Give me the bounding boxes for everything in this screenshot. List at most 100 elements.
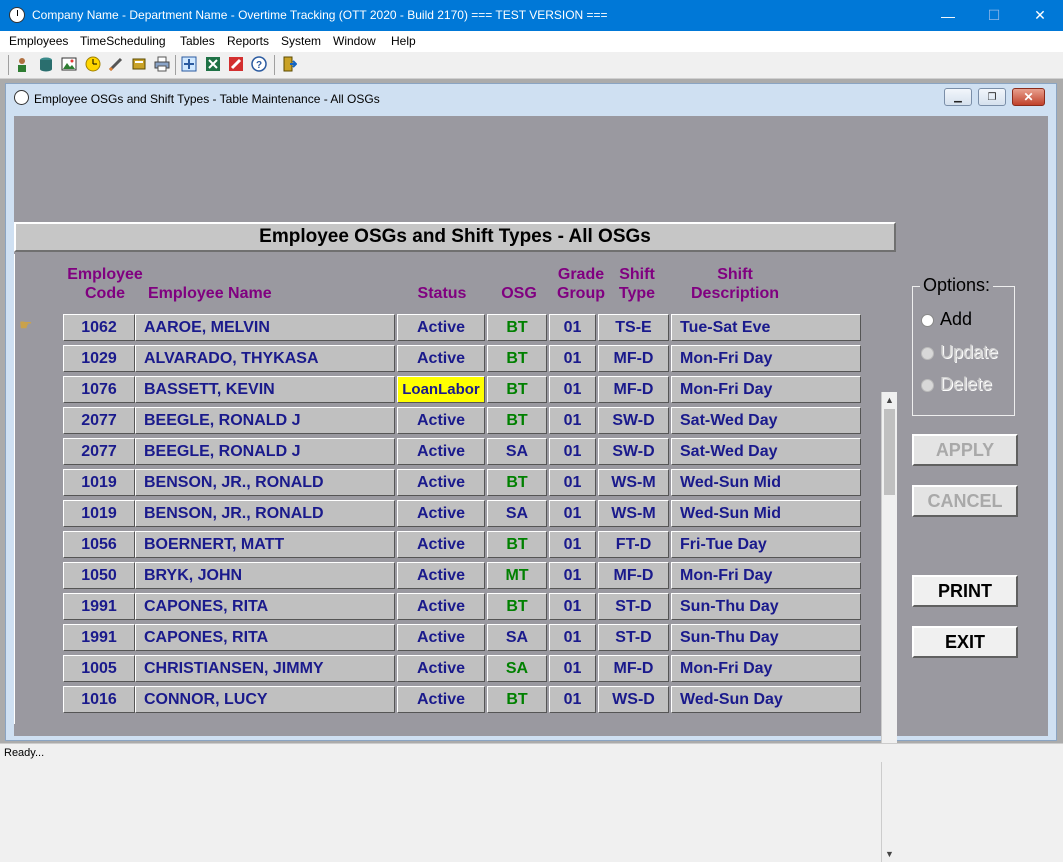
table-row[interactable]: 2077 BEEGLE, RONALD J Active BT 01 SW-D Sat-We… (15, 407, 885, 434)
cell-name[interactable]: ALVARADO, THYKASA (135, 345, 395, 372)
cell-status[interactable]: Active (397, 624, 485, 651)
menu-tables[interactable]: Tables (180, 34, 215, 48)
cell-name[interactable]: CAPONES, RITA (135, 624, 395, 651)
cell-code[interactable]: 1050 (63, 562, 135, 589)
cell-shift-desc[interactable]: Mon-Fri Day (671, 562, 861, 589)
cell-code[interactable]: 1005 (63, 655, 135, 682)
column-header-osg[interactable]: OSG (487, 284, 551, 303)
cell-status[interactable]: Active (397, 345, 485, 372)
cell-grade[interactable]: 01 (549, 376, 596, 403)
cell-status[interactable]: Active (397, 314, 485, 341)
cell-shift-type[interactable]: ST-D (598, 593, 669, 620)
cell-shift-type[interactable]: MF-D (598, 376, 669, 403)
cell-osg[interactable]: BT (487, 593, 547, 620)
table-row[interactable]: 1016 CONNOR, LUCY Active BT 01 WS-D Wed-Sun Da… (15, 686, 885, 713)
menu-reports[interactable]: Reports (227, 34, 269, 48)
cell-shift-desc[interactable]: Sun-Thu Day (671, 624, 861, 651)
cell-code[interactable]: 2077 (63, 438, 135, 465)
cell-status[interactable]: Active (397, 500, 485, 527)
table-row[interactable]: 1076 BASSETT, KEVIN LoanLabor BT 01 MF-D Mon-F… (15, 376, 885, 403)
cell-osg[interactable]: BT (487, 345, 547, 372)
cell-status[interactable]: Active (397, 438, 485, 465)
column-header-status[interactable]: Status (399, 284, 485, 303)
clock-icon[interactable] (85, 56, 101, 72)
employee-icon[interactable] (14, 56, 30, 72)
cell-grade[interactable]: 01 (549, 593, 596, 620)
cell-name[interactable]: CONNOR, LUCY (135, 686, 395, 713)
exit-button[interactable]: EXIT (912, 626, 1018, 658)
cell-shift-desc[interactable]: Mon-Fri Day (671, 345, 861, 372)
cell-name[interactable]: CAPONES, RITA (135, 593, 395, 620)
cell-code[interactable]: 1029 (63, 345, 135, 372)
menu-system[interactable]: System (281, 34, 321, 48)
cell-osg[interactable]: BT (487, 407, 547, 434)
exit-door-icon[interactable] (281, 56, 298, 72)
column-header-code[interactable]: Employee Code (63, 265, 147, 303)
cell-name[interactable]: BENSON, JR., RONALD (135, 500, 395, 527)
printer-icon[interactable] (154, 56, 170, 72)
scroll-thumb[interactable] (884, 409, 895, 495)
cell-name[interactable]: BEEGLE, RONALD J (135, 407, 395, 434)
cell-name[interactable]: BRYK, JOHN (135, 562, 395, 589)
cell-grade[interactable]: 01 (549, 438, 596, 465)
cell-name[interactable]: BOERNERT, MATT (135, 531, 395, 558)
cell-osg[interactable]: SA (487, 655, 547, 682)
cell-code[interactable]: 1076 (63, 376, 135, 403)
cell-status[interactable]: Active (397, 469, 485, 496)
table-row[interactable]: 1005 CHRISTIANSEN, JIMMY Active SA 01 MF-D Mon… (15, 655, 885, 682)
cell-name[interactable]: BASSETT, KEVIN (135, 376, 395, 403)
column-header-name[interactable]: Employee Name (148, 284, 272, 303)
column-header-shift-desc[interactable]: Shift Description (673, 265, 797, 303)
cell-osg[interactable]: BT (487, 469, 547, 496)
book-icon[interactable] (131, 56, 147, 72)
child-restore-button[interactable]: ❐ (978, 88, 1006, 106)
cell-osg[interactable]: BT (487, 376, 547, 403)
cell-shift-desc[interactable]: Sat-Wed Day (671, 438, 861, 465)
cell-shift-desc[interactable]: Wed-Sun Mid (671, 500, 861, 527)
table-row[interactable]: 2077 BEEGLE, RONALD J Active SA 01 SW-D Sat-We… (15, 438, 885, 465)
table-row[interactable]: 1050 BRYK, JOHN Active MT 01 MF-D Mon-Fri Day (15, 562, 885, 589)
cell-grade[interactable]: 01 (549, 562, 596, 589)
cell-status[interactable]: Active (397, 531, 485, 558)
cell-shift-type[interactable]: MF-D (598, 655, 669, 682)
cell-osg[interactable]: BT (487, 531, 547, 558)
cell-shift-type[interactable]: SW-D (598, 407, 669, 434)
cell-code[interactable]: 1991 (63, 624, 135, 651)
maximize-button[interactable]: ☐ (971, 0, 1017, 31)
cell-status[interactable]: Active (397, 593, 485, 620)
cell-osg[interactable]: MT (487, 562, 547, 589)
cell-shift-type[interactable]: SW-D (598, 438, 669, 465)
table-row[interactable]: 1991 CAPONES, RITA Active BT 01 ST-D Sun-Thu D… (15, 593, 885, 620)
cell-code[interactable]: 1062 (63, 314, 135, 341)
table-row[interactable]: 1991 CAPONES, RITA Active SA 01 ST-D Sun-Thu D… (15, 624, 885, 651)
picture-icon[interactable] (61, 56, 77, 72)
minimize-button[interactable]: — (925, 0, 971, 31)
cell-shift-type[interactable]: WS-M (598, 500, 669, 527)
child-close-button[interactable]: ✕ (1012, 88, 1045, 106)
table-row[interactable]: 1029 ALVARADO, THYKASA Active BT 01 MF-D Mon-F… (15, 345, 885, 372)
cell-grade[interactable]: 01 (549, 686, 596, 713)
cell-code[interactable]: 1019 (63, 469, 135, 496)
cell-shift-desc[interactable]: Sat-Wed Day (671, 407, 861, 434)
menu-window[interactable]: Window (333, 34, 376, 48)
cell-osg[interactable]: SA (487, 500, 547, 527)
tools-icon[interactable] (228, 56, 244, 72)
cell-name[interactable]: BENSON, JR., RONALD (135, 469, 395, 496)
menu-help[interactable]: Help (391, 34, 416, 48)
cell-osg[interactable]: BT (487, 686, 547, 713)
table-row[interactable]: 1019 BENSON, JR., RONALD Active BT 01 WS-M Wed… (15, 469, 885, 496)
cell-shift-type[interactable]: FT-D (598, 531, 669, 558)
radio-add[interactable] (921, 313, 934, 327)
help-icon[interactable]: ? (251, 56, 267, 72)
excel-icon[interactable] (205, 56, 221, 72)
cell-code[interactable]: 2077 (63, 407, 135, 434)
print-button[interactable]: PRINT (912, 575, 1018, 607)
close-button[interactable]: ✕ (1017, 0, 1063, 31)
table-row[interactable]: 1056 BOERNERT, MATT Active BT 01 FT-D Fri-Tue … (15, 531, 885, 558)
cell-name[interactable]: BEEGLE, RONALD J (135, 438, 395, 465)
cell-shift-type[interactable]: MF-D (598, 345, 669, 372)
cell-name[interactable]: AAROE, MELVIN (135, 314, 395, 341)
scroll-up-arrow[interactable]: ▲ (882, 392, 897, 408)
cell-shift-desc[interactable]: Wed-Sun Day (671, 686, 861, 713)
clock-icon[interactable] (9, 7, 25, 23)
